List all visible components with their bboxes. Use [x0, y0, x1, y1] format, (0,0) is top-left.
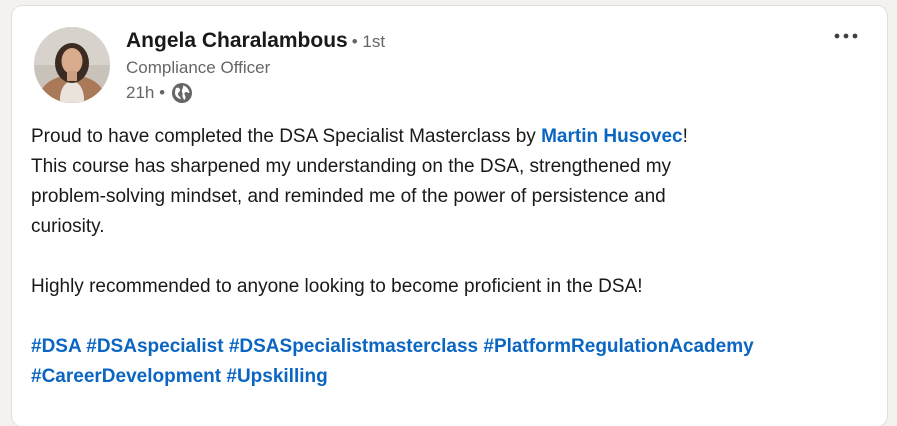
author-name-line: Angela Charalambous • 1st: [126, 26, 385, 56]
post-intro-text: Proud to have completed the DSA Speciali…: [31, 126, 542, 147]
hashtag-line: #CareerDevelopment #Upskilling: [31, 362, 861, 392]
hashtag-link[interactable]: #DSASpecialistmasterclass: [229, 336, 478, 357]
post-text-line: problem-solving mindset, and reminded me…: [31, 186, 666, 207]
hashtag-link[interactable]: #CareerDevelopment: [31, 366, 221, 387]
hashtag-link[interactable]: #PlatformRegulationAcademy: [483, 336, 753, 357]
connection-degree: • 1st: [351, 32, 386, 51]
post-body: Proud to have completed the DSA Speciali…: [31, 122, 861, 392]
post-text-line: This course has sharpened my understandi…: [31, 156, 672, 177]
post-timestamp[interactable]: 21h •: [126, 80, 165, 106]
post-intro-punctuation: !: [682, 126, 688, 147]
post-options-button[interactable]: [829, 22, 863, 50]
feed-post-card: Angela Charalambous • 1st Compliance Offi…: [12, 6, 887, 426]
hashtag-link[interactable]: #DSA: [31, 336, 81, 357]
author-avatar[interactable]: [34, 27, 110, 103]
post-recommendation-text: Highly recommended to anyone looking to …: [31, 276, 643, 297]
mention-link[interactable]: Martin Husovec: [541, 126, 682, 147]
post-actor: Angela Charalambous • 1st Compliance Offi…: [126, 26, 385, 106]
author-name[interactable]: Angela Charalambous: [126, 29, 348, 52]
globe-icon: [171, 82, 193, 104]
hashtag-link[interactable]: #DSAspecialist: [86, 336, 223, 357]
avatar-photo: [34, 27, 110, 103]
post-meta: 21h •: [126, 80, 385, 106]
author-headline: Compliance Officer: [126, 58, 271, 77]
post-text-line: curiosity.: [31, 216, 105, 237]
more-horizontal-icon: [834, 33, 858, 39]
hashtag-link[interactable]: #Upskilling: [226, 366, 327, 387]
post-text-line: Proud to have completed the DSA Speciali…: [31, 122, 861, 152]
hashtag-line: #DSA #DSAspecialist #DSASpecialistmaster…: [31, 332, 861, 362]
